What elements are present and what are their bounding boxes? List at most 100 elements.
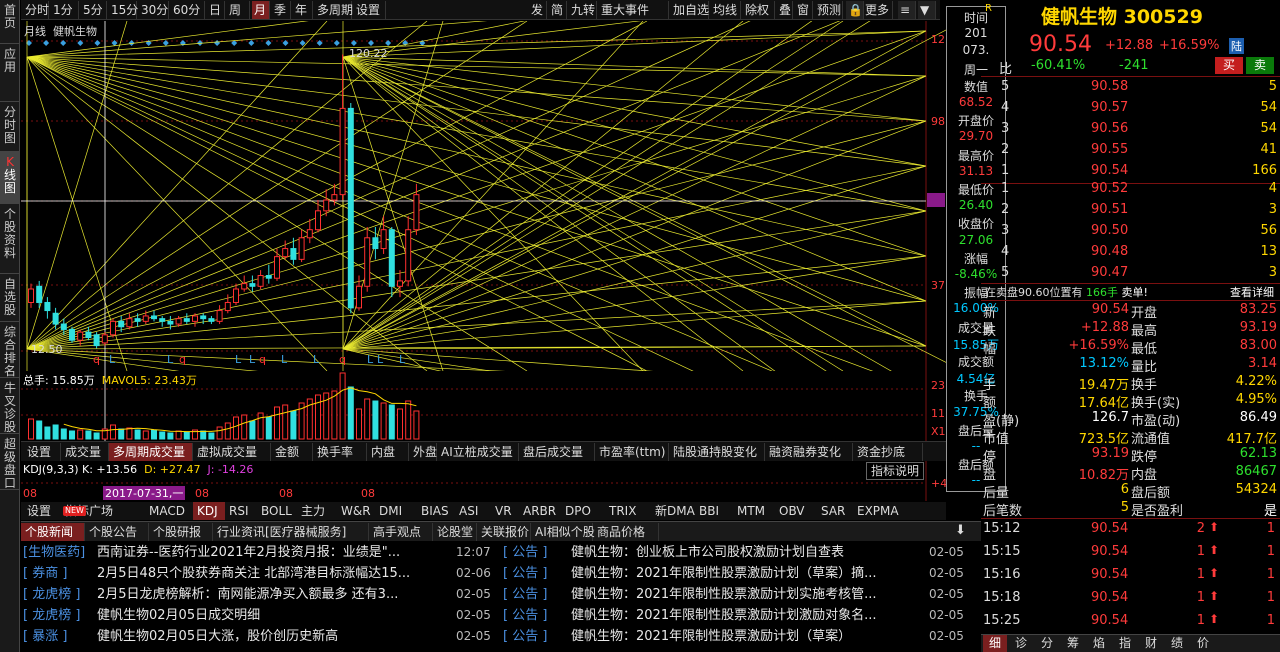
dropdown-icon[interactable]: ▼: [918, 1, 936, 19]
news-item[interactable]: 健帆生物02月05日大涨，股价创历史新高: [97, 626, 451, 647]
indicator2-tab-5[interactable]: BOLL: [257, 502, 297, 520]
period-1[interactable]: 1分: [51, 1, 79, 19]
indicator2-tab-9[interactable]: BIAS: [417, 502, 455, 520]
indicator2-tab-3[interactable]: KDJ: [193, 502, 225, 520]
download-icon[interactable]: ⬇: [955, 523, 966, 538]
kline-chart[interactable]: 120.2212.5012986837qLLqLLqLLqLLL: [21, 21, 946, 371]
buy-button[interactable]: 买: [1215, 57, 1243, 74]
bottom-tab-8[interactable]: 价: [1191, 635, 1215, 652]
leftnav-3[interactable]: K线图: [0, 152, 20, 204]
buy-price[interactable]: 90.47: [1091, 265, 1128, 280]
indicator2-tab-16[interactable]: BBI: [695, 502, 733, 520]
period-11[interactable]: 多周期: [315, 1, 353, 19]
indicator2-tab-13[interactable]: DPO: [561, 502, 605, 520]
indicator-tab-8[interactable]: AI立桩成交量: [437, 443, 519, 461]
news-item[interactable]: 2月5日48只个股获券商关注 北部湾港目标涨幅达15...: [97, 563, 451, 584]
period-0[interactable]: 分时: [23, 1, 49, 19]
indicator2-tab-18[interactable]: OBV: [775, 502, 817, 520]
menu-icon[interactable]: ≡: [898, 1, 916, 19]
indicator2-tab-6[interactable]: 主力: [297, 502, 337, 520]
toolbar-right-4[interactable]: 加自选: [671, 1, 709, 19]
news-item[interactable]: 2月5日龙虎榜解析：南网能源净买入额最多 还有3...: [97, 584, 451, 605]
toolbar-right-2[interactable]: 九转: [569, 1, 597, 19]
indicator2-tab-0[interactable]: 设置: [23, 502, 61, 520]
bottom-tab-5[interactable]: 指: [1113, 635, 1137, 652]
buy-price[interactable]: 90.51: [1091, 202, 1128, 217]
indicator-tab-13[interactable]: 资金抄底: [853, 443, 923, 461]
bottom-tab-7[interactable]: 绩: [1165, 635, 1189, 652]
news-tab-0[interactable]: 个股新闻: [21, 523, 85, 541]
notice-item[interactable]: 健帆生物：2021年限制性股票激励计划（草案）: [571, 626, 911, 647]
notice-item[interactable]: 健帆生物：2021年限制性股票激励计划（草案）摘...: [571, 563, 911, 584]
news-tab-5[interactable]: 论股堂: [433, 523, 477, 541]
indicator-tab-1[interactable]: 成交量: [61, 443, 109, 461]
toolbar-right-5[interactable]: 均线: [711, 1, 741, 19]
order-notice[interactable]: 在卖盘90.60位置有 166手 卖单!: [985, 284, 1148, 300]
indicator2-tab-14[interactable]: TRIX: [605, 502, 651, 520]
sell-price[interactable]: 90.58: [1091, 79, 1128, 94]
toolbar-right-9[interactable]: 预测: [815, 1, 843, 19]
leftnav-8[interactable]: 超级盘口: [0, 434, 20, 490]
news-tab-2[interactable]: 个股研报: [149, 523, 213, 541]
period-6[interactable]: 日: [207, 1, 225, 19]
bottom-tab-3[interactable]: 筹: [1061, 635, 1085, 652]
indicator-tab-3[interactable]: 虚拟成交量: [193, 443, 271, 461]
period-2[interactable]: 5分: [81, 1, 107, 19]
bottom-tab-0[interactable]: 细: [983, 635, 1007, 652]
notice-item[interactable]: 健帆生物：创业板上市公司股权激励计划自查表: [571, 542, 911, 563]
news-item[interactable]: 西南证券--医药行业2021年2月投资月报：业绩是"...: [97, 542, 451, 563]
toolbar-right-1[interactable]: 简: [549, 1, 567, 19]
indicator-tab-7[interactable]: 外盘: [409, 443, 437, 461]
bottom-tab-2[interactable]: 分: [1035, 635, 1059, 652]
period-8[interactable]: 月: [252, 1, 270, 19]
indicator2-tab-15[interactable]: 新DMA: [651, 502, 695, 520]
leftnav-1[interactable]: 应用: [0, 44, 20, 102]
leftnav-5[interactable]: 自选股: [0, 274, 20, 322]
indicator-help-button[interactable]: 指标说明: [866, 462, 924, 480]
news-item[interactable]: 健帆生物02月05日成交明细: [97, 605, 451, 626]
lock-icon[interactable]: 🔒: [846, 1, 864, 19]
indicator2-tab-4[interactable]: RSI: [225, 502, 257, 520]
period-10[interactable]: 年: [293, 1, 313, 19]
indicator-tab-5[interactable]: 换手率: [313, 443, 367, 461]
indicator2-tab-11[interactable]: VR: [491, 502, 519, 520]
notice-item[interactable]: 健帆生物：2021年限制性股票激励计划实施考核管...: [571, 584, 911, 605]
indicator2-tab-2[interactable]: MACD: [145, 502, 193, 520]
sell-button[interactable]: 卖: [1246, 57, 1274, 74]
bottom-tab-1[interactable]: 诊: [1009, 635, 1033, 652]
sell-price[interactable]: 90.55: [1091, 142, 1128, 157]
news-tab-8[interactable]: 商品价格: [593, 523, 659, 541]
period-7[interactable]: 周: [227, 1, 250, 19]
news-tab-3[interactable]: 行业资讯[医疗器械服务]: [213, 523, 369, 541]
news-tab-7[interactable]: AI相似个股: [531, 523, 595, 541]
sell-price[interactable]: 90.56: [1091, 121, 1128, 136]
period-4[interactable]: 30分: [139, 1, 169, 19]
news-tab-6[interactable]: 关联报价: [477, 523, 531, 541]
bottom-tab-4[interactable]: 焰: [1087, 635, 1111, 652]
notice-detail-link[interactable]: 查看详细: [1230, 284, 1274, 300]
buy-price[interactable]: 90.50: [1091, 223, 1128, 238]
news-tab-1[interactable]: 个股公告: [85, 523, 149, 541]
toolbar-right-7[interactable]: 叠: [777, 1, 793, 19]
leftnav-2[interactable]: 分时图: [0, 102, 20, 152]
indicator-tab-2[interactable]: 多周期成交量: [109, 443, 193, 461]
indicator-tab-11[interactable]: 陆股通持股变化: [669, 443, 765, 461]
toolbar-right-0[interactable]: 发: [529, 1, 547, 19]
period-5[interactable]: 60分: [171, 1, 205, 19]
indicator2-tab-10[interactable]: ASI: [455, 502, 491, 520]
indicator2-tab-20[interactable]: EXPMA: [853, 502, 901, 520]
period-3[interactable]: 15分: [109, 1, 138, 19]
sell-price[interactable]: 90.57: [1091, 100, 1128, 115]
indicator-tab-9[interactable]: 盘后成交量: [519, 443, 595, 461]
buy-price[interactable]: 90.52: [1091, 181, 1128, 196]
period-12[interactable]: 设置: [354, 1, 386, 19]
leftnav-4[interactable]: 个股资料: [0, 204, 20, 274]
indicator-tab-6[interactable]: 内盘: [367, 443, 409, 461]
leftnav-0[interactable]: 首页: [0, 0, 20, 44]
indicator-tab-0[interactable]: 设置: [23, 443, 61, 461]
toolbar-right-10[interactable]: 更多: [863, 1, 893, 19]
toolbar-right-6[interactable]: 除权: [743, 1, 775, 19]
indicator-tab-12[interactable]: 融资融券变化: [765, 443, 853, 461]
indicator2-tab-19[interactable]: SAR: [817, 502, 853, 520]
indicator2-tab-8[interactable]: DMI: [375, 502, 417, 520]
